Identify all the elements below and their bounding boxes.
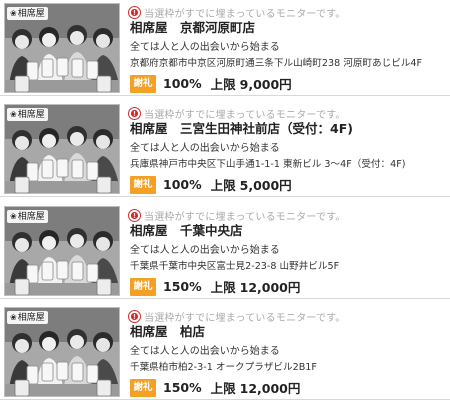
listing-card[interactable]: ❀相席屋 当選枠がすでに埋まっているモニターです。 相席屋 京都河原町店 全ては… <box>0 0 450 96</box>
shop-address: 千葉県千葉市中央区富士見2-23-8 山野井ビル5F <box>130 261 340 272</box>
logo-text: 相席屋 <box>17 9 45 19</box>
reward-badge: 謝礼 <box>130 74 156 93</box>
shop-name[interactable]: 相席屋 京都河原町店 <box>130 18 450 38</box>
shop-photo[interactable]: ❀相席屋 <box>4 104 120 194</box>
shop-tagline: 全ては人と人の出会いから始まる <box>130 346 280 357</box>
reward-badge: 謝礼 <box>130 175 156 194</box>
reward-badge: 謝礼 <box>130 378 156 397</box>
shop-logo: ❀相席屋 <box>7 108 48 121</box>
logo-mark-icon: ❀ <box>10 110 17 119</box>
logo-mark-icon: ❀ <box>10 212 17 221</box>
monitor-listing: ❀相席屋 当選枠がすでに埋まっているモニターです。 相席屋 京都河原町店 全ては… <box>0 0 450 406</box>
reward-rate: 100% <box>163 177 202 192</box>
limit-label: 上限 <box>210 178 236 193</box>
shop-tagline: 全ては人と人の出会いから始まる <box>130 143 280 154</box>
full-notice: 当選枠がすでに埋まっているモニターです。 <box>128 208 448 223</box>
logo-mark-icon: ❀ <box>10 313 17 322</box>
reward-badge: 謝礼 <box>130 277 156 296</box>
full-notice: 当選枠がすでに埋まっているモニターです。 <box>128 5 448 20</box>
limit-label: 上限 <box>210 381 236 396</box>
alert-icon <box>128 208 141 222</box>
limit-value: 12,000円 <box>239 381 301 396</box>
logo-text: 相席屋 <box>17 212 45 222</box>
reward-info: 謝礼 100% 上限 9,000円 <box>130 74 292 93</box>
reward-rate: 150% <box>163 380 202 395</box>
shop-photo[interactable]: ❀相席屋 <box>4 307 120 397</box>
limit-value: 5,000円 <box>239 178 292 193</box>
shop-address: 京都府京都市中京区河原町通三条下ル山崎町238 河原町あじビル4F <box>130 58 423 69</box>
limit-value: 12,000円 <box>239 280 301 295</box>
shop-address: 千葉県柏市柏2-3-1 オークプラザビル2B1F <box>130 362 317 373</box>
alert-icon <box>128 5 141 19</box>
full-notice: 当選枠がすでに埋まっているモニターです。 <box>128 106 448 121</box>
shop-name[interactable]: 相席屋 柏店 <box>130 322 450 342</box>
logo-mark-icon: ❀ <box>10 9 17 18</box>
listing-card[interactable]: ❀相席屋 当選枠がすでに埋まっているモニターです。 相席屋 千葉中央店 全ては人… <box>0 203 450 299</box>
listing-card[interactable]: ❀相席屋 当選枠がすでに埋まっているモニターです。 相席屋 三宮生田神社前店（受… <box>0 101 450 197</box>
reward-rate: 150% <box>163 279 202 294</box>
shop-photo[interactable]: ❀相席屋 <box>4 206 120 296</box>
listing-card[interactable]: ❀相席屋 当選枠がすでに埋まっているモニターです。 相席屋 柏店 全ては人と人の… <box>0 304 450 400</box>
shop-name[interactable]: 相席屋 千葉中央店 <box>130 221 450 241</box>
logo-text: 相席屋 <box>17 313 45 323</box>
reward-info: 謝礼 150% 上限 12,000円 <box>130 378 300 397</box>
alert-icon <box>128 309 141 323</box>
reward-info: 謝礼 100% 上限 5,000円 <box>130 175 292 194</box>
shop-tagline: 全ては人と人の出会いから始まる <box>130 245 280 256</box>
reward-info: 謝礼 150% 上限 12,000円 <box>130 277 300 296</box>
shop-address: 兵庫県神戸市中央区下山手通1-1-1 東新ビル 3〜4F（受付：4F) <box>130 159 406 170</box>
shop-logo: ❀相席屋 <box>7 210 48 223</box>
full-notice: 当選枠がすでに埋まっているモニターです。 <box>128 309 448 324</box>
reward-rate: 100% <box>163 76 202 91</box>
logo-text: 相席屋 <box>17 110 45 120</box>
limit-label: 上限 <box>210 280 236 295</box>
shop-tagline: 全ては人と人の出会いから始まる <box>130 42 280 53</box>
shop-logo: ❀相席屋 <box>7 7 48 20</box>
shop-name[interactable]: 相席屋 三宮生田神社前店（受付：4F) <box>130 119 450 139</box>
alert-icon <box>128 106 141 120</box>
shop-photo[interactable]: ❀相席屋 <box>4 3 120 93</box>
limit-value: 9,000円 <box>239 77 292 92</box>
limit-label: 上限 <box>210 77 236 92</box>
shop-logo: ❀相席屋 <box>7 311 48 324</box>
